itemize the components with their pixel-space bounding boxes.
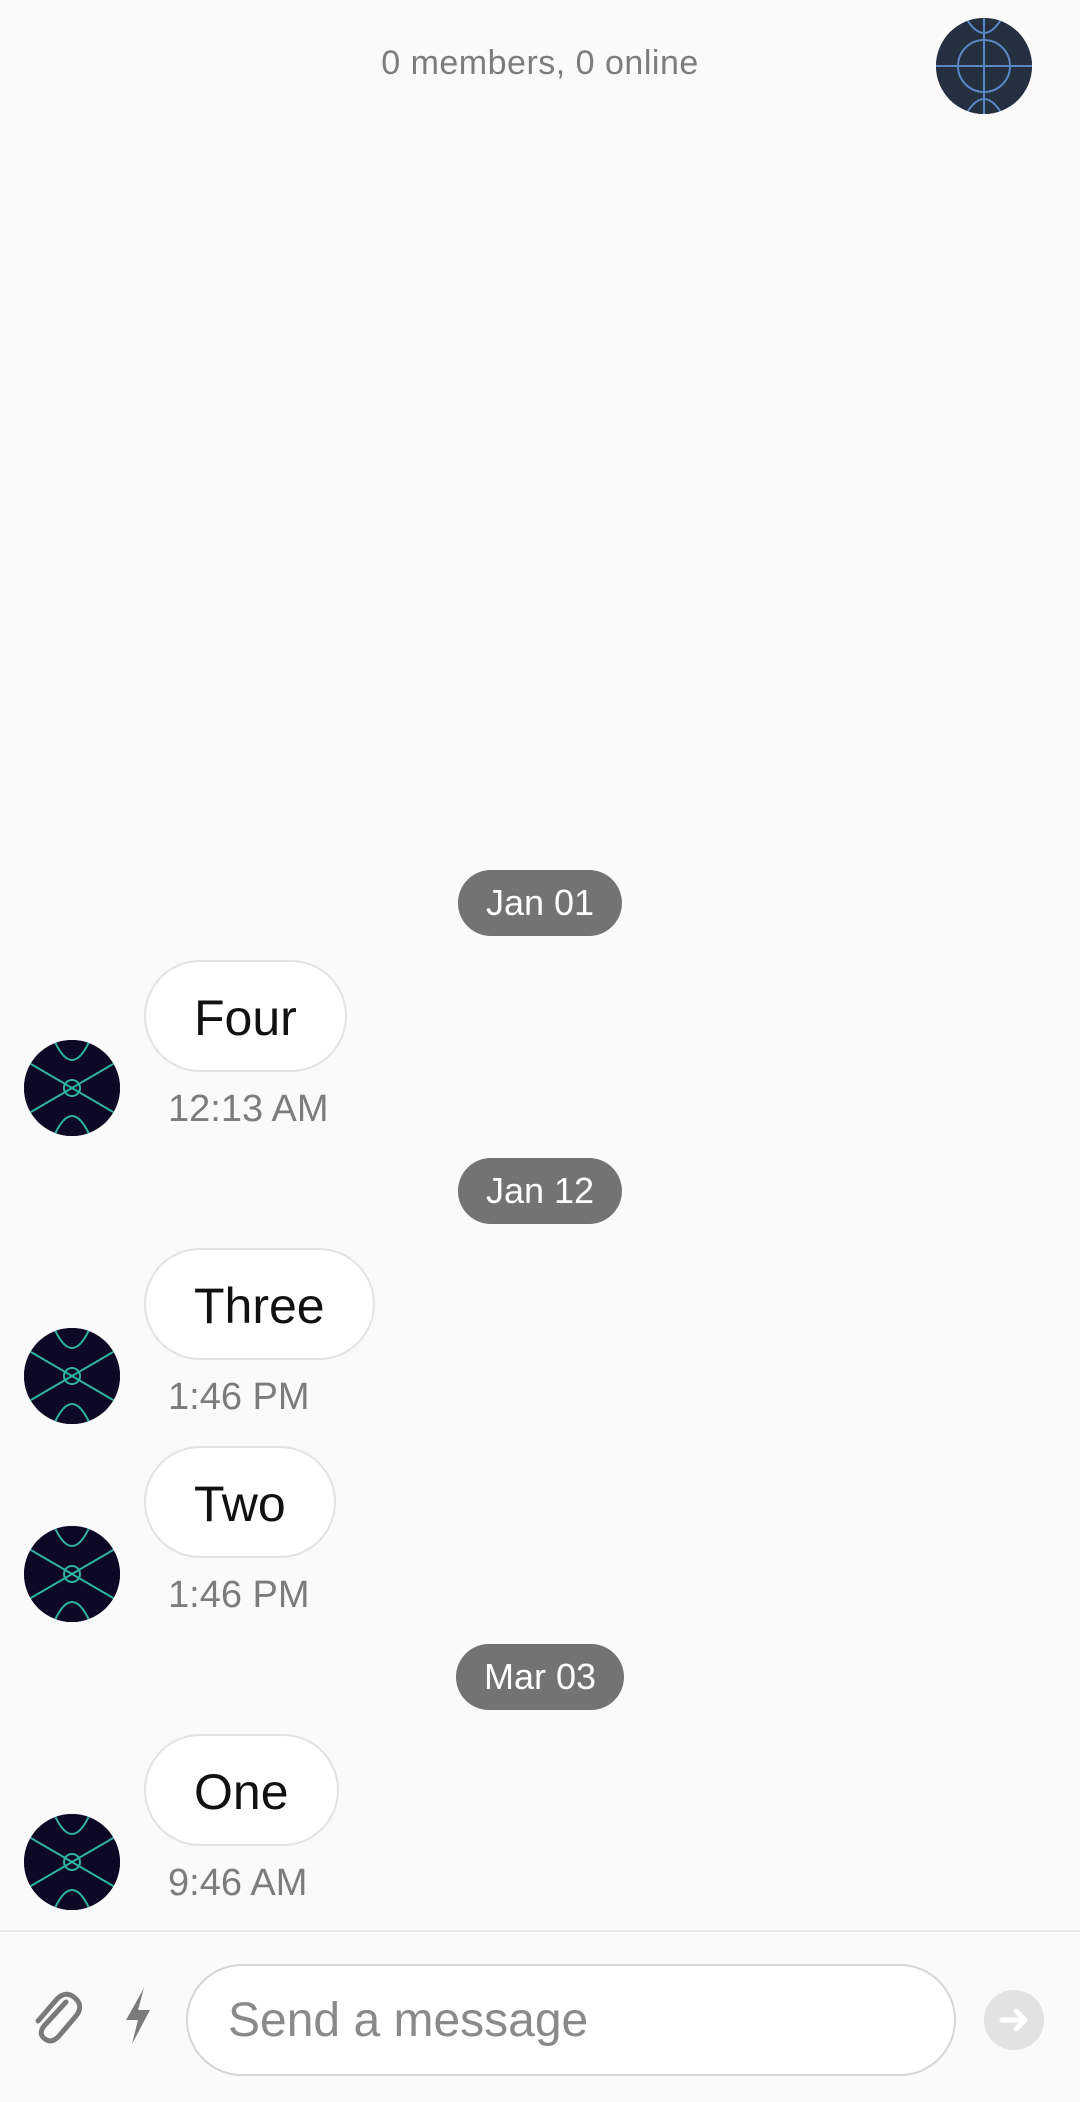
user-avatar[interactable] <box>24 1328 120 1424</box>
arrow-right-icon <box>984 1990 1044 2050</box>
message-timestamp: 9:46 AM <box>168 1862 308 1904</box>
message-composer <box>0 1930 1080 2102</box>
user-avatar-icon <box>24 1328 120 1424</box>
attach-button[interactable] <box>26 1984 83 2048</box>
date-separator: Jan 01 <box>457 870 623 936</box>
user-avatar[interactable] <box>24 1814 120 1910</box>
message-bubble[interactable]: Two <box>144 1446 336 1558</box>
date-separator: Mar 03 <box>455 1644 625 1710</box>
channel-avatar-icon <box>936 18 1032 114</box>
user-avatar[interactable] <box>24 1040 120 1136</box>
send-button[interactable] <box>984 1990 1044 2050</box>
user-avatar-icon <box>24 1040 120 1136</box>
paperclip-icon <box>35 1991 83 2044</box>
user-avatar-icon <box>24 1526 120 1622</box>
user-avatar[interactable] <box>24 1526 120 1622</box>
message-timestamp: 1:46 PM <box>168 1376 310 1418</box>
message-timestamp: 1:46 PM <box>168 1574 310 1616</box>
lightning-icon <box>126 1988 150 2044</box>
chat-header: 0 members, 0 online <box>0 0 1080 130</box>
message-timestamp: 12:13 AM <box>168 1088 329 1130</box>
commands-button[interactable] <box>118 1984 158 2048</box>
member-status: 0 members, 0 online <box>381 44 699 82</box>
date-separator: Jan 12 <box>457 1158 623 1224</box>
message-list[interactable]: Jan 01 Four 12:13 AM Jan 12 Three 1:46 P… <box>0 130 1080 1930</box>
message-bubble[interactable]: One <box>144 1734 339 1846</box>
user-avatar-icon <box>24 1814 120 1910</box>
channel-avatar[interactable] <box>936 18 1032 114</box>
message-bubble[interactable]: Three <box>144 1248 375 1360</box>
message-input[interactable] <box>186 1964 956 2076</box>
message-bubble[interactable]: Four <box>144 960 347 1072</box>
